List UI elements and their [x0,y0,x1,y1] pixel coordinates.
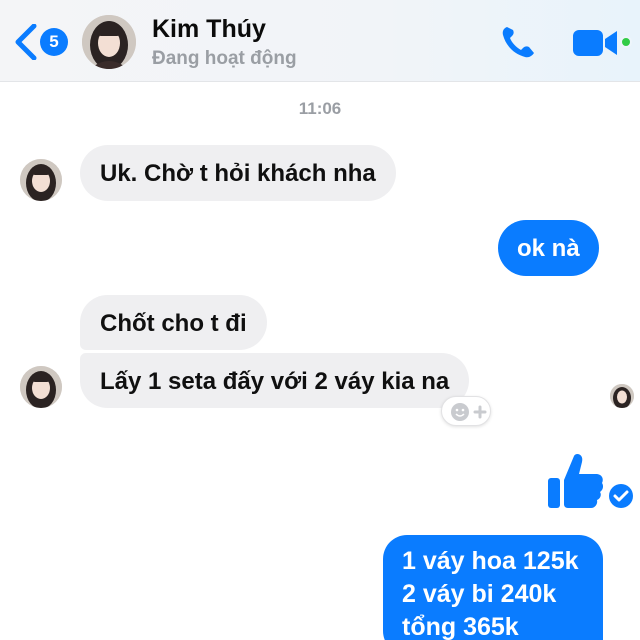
message-timestamp: 11:06 [298,99,342,118]
contact-avatar-small[interactable] [20,159,62,201]
phone-icon [502,27,534,58]
unread-count-badge: 5 [40,28,68,56]
message-line: 2 váy bi 240k [402,580,557,608]
seen-check-icon [609,484,633,508]
voice-call-button[interactable] [500,24,538,60]
back-chevron-icon [15,24,37,60]
seen-by-avatar [610,384,634,408]
back-button[interactable]: 5 [12,22,72,62]
avatar-photo-icon [610,384,634,408]
contact-avatar-small[interactable] [20,366,62,408]
contact-name[interactable]: Kim Thúy [152,15,266,44]
seen-check [608,483,634,509]
outgoing-message[interactable]: 1 váy hoa 125k 2 váy bi 240k tổng 365k [383,535,603,640]
active-status: Đang hoạt động [152,48,297,69]
outgoing-message[interactable]: ok nà [498,220,599,276]
online-indicator [620,36,632,48]
incoming-message[interactable]: Uk. Chờ t hỏi khách nha [80,145,396,201]
add-reaction-button[interactable] [441,396,491,426]
incoming-message[interactable]: Chốt cho t đi [80,295,267,350]
video-call-button[interactable] [570,26,620,60]
avatar-photo-icon [82,15,136,69]
avatar-photo-icon [20,366,62,408]
thumbs-up-icon [548,454,604,508]
like-sticker[interactable] [546,452,604,512]
add-reaction-icon [451,403,487,421]
message-line: tổng 365k [402,613,519,640]
video-camera-icon [573,30,617,56]
conversation-header: 5 Kim Thúy Đang hoạt động [0,0,640,82]
incoming-message[interactable]: Lấy 1 seta đấy với 2 váy kia na [80,353,470,408]
avatar-photo-icon [20,159,62,201]
contact-avatar[interactable] [82,15,136,69]
message-line: 1 váy hoa 125k [402,547,579,575]
